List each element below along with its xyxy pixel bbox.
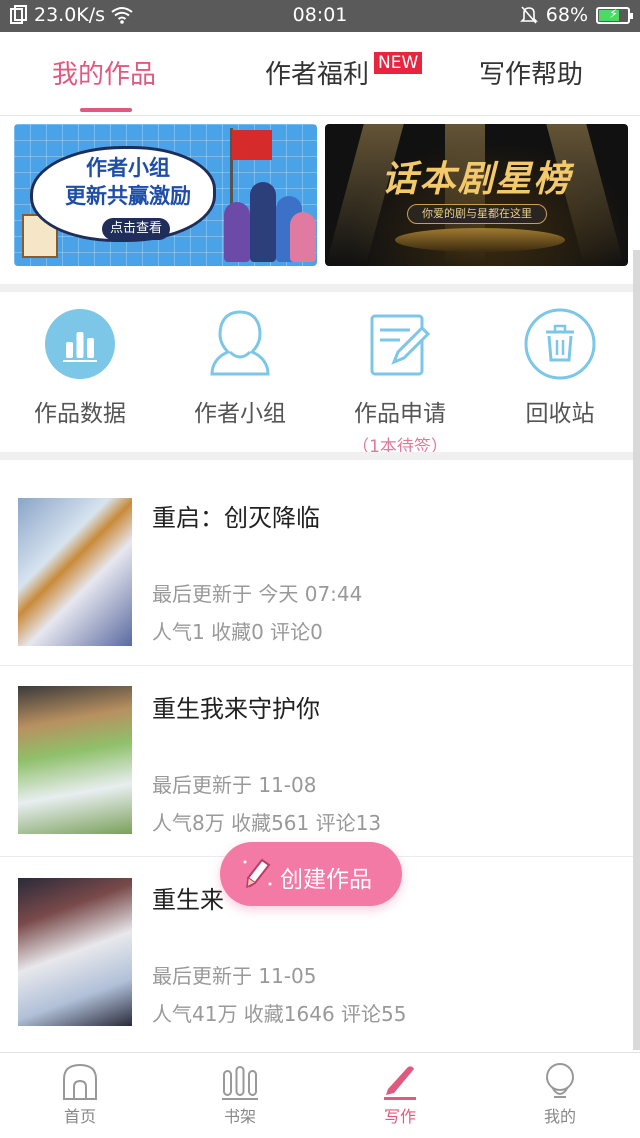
work-item[interactable]: 重生我来守护你 最后更新于 11-08 人气8万 收藏561 评论13 [0,667,640,857]
work-title: 重生我来守护你 [152,695,320,723]
active-tab-indicator [80,108,132,112]
work-title: 重启：创灭降临 [152,504,320,532]
character-illustration [224,202,250,262]
create-work-button[interactable]: 创建作品 [220,842,402,906]
work-stats: 人气1 收藏0 评论0 [152,620,323,644]
banner-view-button[interactable]: 点击查看 [102,218,170,240]
feature-label: 作者小组 [194,401,286,427]
app-screen: 23.0K/s 08:01 68% ⚡ 我的作品 作者福利 NEW 写作帮助 作… [0,0,640,1138]
feature-author-group[interactable]: 作者小组 [170,308,310,428]
battery-percent: 68% [545,4,588,26]
nav-label: 书架 [223,1107,256,1126]
top-tabs: 我的作品 作者福利 NEW 写作帮助 [0,32,640,116]
banner-right-subtitle: 你爱的剧与星都在这里 [407,204,547,224]
feature-label: 作品数据 [34,401,126,427]
banner-star-ranking[interactable]: 话本剧星榜 你爱的剧与星都在这里 [325,124,628,266]
banner-author-group[interactable]: 作者小组 更新共赢激励 点击查看 [14,124,317,266]
nav-label: 写作 [383,1107,416,1126]
stage-illustration [395,228,565,252]
bar-chart-icon [45,309,115,379]
person-icon [210,310,270,376]
work-stats: 人气41万 收藏1646 评论55 [152,1002,407,1026]
status-bar: 23.0K/s 08:01 68% ⚡ [0,0,640,32]
flag-illustration [232,130,272,160]
banner-right-title: 话本剧星榜 [381,159,572,200]
character-illustration [290,212,316,262]
nav-write[interactable]: 写作 [340,1061,460,1127]
nav-home[interactable]: 首页 [20,1061,140,1127]
character-illustration [250,182,276,262]
battery-icon: ⚡ [596,6,633,24]
create-work-label: 创建作品 [280,867,372,893]
nav-label: 首页 [63,1107,96,1126]
work-stats: 人气8万 收藏561 评论13 [152,811,382,835]
work-item[interactable]: 重启：创灭降临 最后更新于 今天 07:44 人气1 收藏0 评论0 [0,476,640,666]
feature-label: 作品申请 [354,401,446,427]
tab-author-benefits[interactable]: 作者福利 [265,54,369,91]
nav-bookshelf[interactable]: 书架 [180,1061,300,1127]
work-updated: 最后更新于 今天 07:44 [152,582,363,606]
feature-work-application[interactable]: 作品申请 （1本待签） [330,308,470,457]
edit-document-icon [370,314,431,376]
section-divider [0,452,640,460]
feature-label: 回收站 [525,401,595,427]
pencil-icon [243,858,272,889]
work-updated: 最后更新于 11-05 [152,964,317,988]
trash-icon [524,308,596,380]
tab-my-works[interactable]: 我的作品 [52,54,156,91]
bottom-nav: 首页 书架 写作 我的 [0,1052,640,1138]
work-cover-image [18,686,132,834]
mute-bell-icon [519,6,538,24]
feature-work-data[interactable]: 作品数据 [10,308,150,428]
new-badge: NEW [374,52,423,74]
nav-label: 我的 [543,1107,576,1126]
scrollbar[interactable] [633,250,640,1050]
profile-icon [546,1063,574,1098]
work-updated: 最后更新于 11-08 [152,773,317,797]
section-divider [0,284,640,292]
works-list: 重启：创灭降临 最后更新于 今天 07:44 人气1 收藏0 评论0 重生我来守… [0,460,640,1052]
tab-writing-help[interactable]: 写作帮助 [479,54,583,91]
bookshelf-icon [222,1066,258,1100]
pen-icon [384,1066,416,1100]
work-title: 重生来 [152,886,224,914]
banner-left-title-2: 更新共赢激励 [65,184,191,208]
home-icon [63,1063,97,1100]
nav-profile[interactable]: 我的 [500,1061,620,1127]
feature-grid: 作品数据 作者小组 作品申请 （1本待签） 回收站 [0,292,640,457]
banner-carousel: 作者小组 更新共赢激励 点击查看 话本剧星榜 你爱的剧与星都在这里 [0,116,640,284]
work-cover-image [18,878,132,1026]
banner-left-title-1: 作者小组 [86,156,170,180]
feature-recycle-bin[interactable]: 回收站 [490,308,630,428]
work-cover-image [18,498,132,646]
